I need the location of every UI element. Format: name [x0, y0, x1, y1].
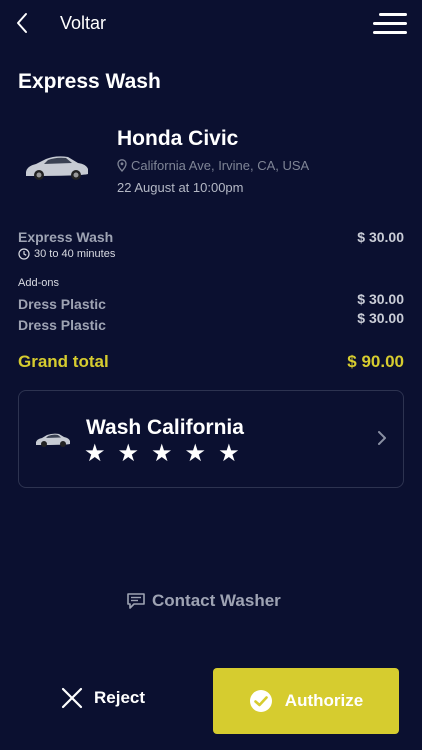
authorize-button[interactable]: Authorize — [213, 668, 399, 734]
authorize-label: Authorize — [284, 691, 364, 710]
vehicle-location-text: California Ave, Irvine, CA, USA — [131, 158, 310, 173]
vehicle-name: Honda Civic — [117, 127, 239, 150]
star-icon: ★ — [151, 440, 173, 467]
star-icon: ★ — [218, 440, 240, 467]
hamburger-menu-icon — [379, 13, 407, 16]
grand-total-label: Grand total — [18, 352, 109, 371]
check-circle-icon — [249, 690, 272, 712]
vehicle-datetime: 22 August at 10:00pm — [117, 180, 244, 195]
star-icon: ★ — [184, 440, 207, 467]
washer-name: Wash California — [86, 416, 244, 439]
vehicle-location: California Ave, Irvine, CA, USA — [117, 158, 309, 173]
back-button[interactable] — [10, 10, 34, 36]
addon-price: $ 30.00 — [357, 310, 404, 326]
service-duration: 30 to 40 minutes — [18, 248, 115, 260]
reject-button[interactable]: Reject — [60, 686, 145, 710]
reject-label: Reject — [94, 688, 146, 707]
chevron-left-icon — [17, 13, 27, 33]
washer-car-image — [36, 433, 70, 447]
addons-label: Add-ons — [18, 277, 59, 289]
service-price: $ 30.00 — [357, 229, 404, 245]
menu-line — [373, 22, 407, 25]
chat-icon — [127, 593, 145, 609]
header-title: Voltar — [60, 13, 107, 33]
addon-label: Dress Plastic — [18, 317, 106, 333]
star-icon: ★ — [84, 440, 106, 467]
star-icon: ★ — [117, 440, 140, 467]
chevron-right-icon — [378, 431, 386, 445]
clock-icon — [18, 248, 30, 260]
washer-rating: ★ ★ ★ ★ ★ — [84, 442, 240, 466]
close-icon — [61, 687, 83, 709]
menu-line — [373, 31, 407, 34]
page-title: Express Wash — [18, 70, 161, 93]
location-pin-icon — [117, 159, 127, 172]
grand-total-value: $ 90.00 — [347, 352, 404, 371]
addon-price: $ 30.00 — [357, 291, 404, 307]
addon-label: Dress Plastic — [18, 296, 106, 312]
service-duration-text: 30 to 40 minutes — [34, 248, 116, 260]
car-image — [26, 156, 88, 180]
contact-washer-label: Contact Washer — [152, 591, 281, 610]
contact-washer-button[interactable]: Contact Washer — [126, 591, 281, 611]
service-name: Express Wash — [18, 229, 114, 245]
menu-button[interactable] — [373, 12, 407, 36]
